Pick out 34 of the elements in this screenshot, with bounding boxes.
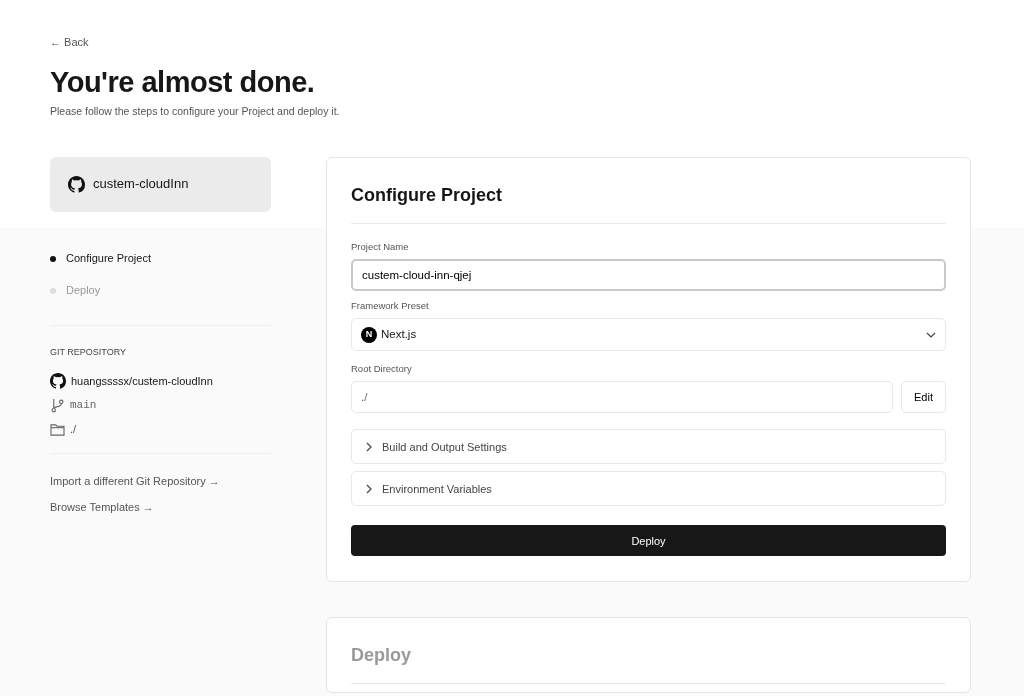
directory-path: ./: [70, 421, 77, 437]
collapsible-section[interactable]: Build and Output Settings: [351, 429, 946, 465]
page-subtitle: Please follow the steps to configure your Project and deploy it.: [50, 103, 341, 119]
step-label[interactable]: Configure Project: [66, 250, 151, 267]
back-link[interactable]: ← Back: [50, 36, 89, 48]
framework-name: Next.js: [381, 326, 417, 342]
branch-name: main: [70, 397, 97, 413]
github-icon: [50, 373, 66, 390]
section-label: Build and Output Settings: [382, 439, 507, 455]
page-heading: You're almost done.: [50, 65, 316, 100]
input-field[interactable]: ./: [351, 381, 893, 414]
field-label: Framework Preset: [351, 298, 430, 313]
field-label: Project Name: [351, 239, 410, 254]
card-title: Deploy: [351, 642, 946, 685]
card-title: Configure Project: [351, 181, 946, 224]
repository-link[interactable]: huangssssx/custem-cloudInn: [71, 372, 213, 390]
collapsible-section[interactable]: Environment Variables: [351, 471, 946, 507]
section-heading: GIT REPOSITORY: [50, 345, 128, 359]
chevron-right-icon: [366, 441, 372, 452]
repository-name: custem-cloudInn: [93, 175, 189, 194]
section-label: Environment Variables: [382, 481, 492, 497]
chevron-right-icon: [366, 483, 372, 494]
text-link[interactable]: Import a different Git Repository →: [50, 473, 220, 490]
text-link[interactable]: Browse Templates →: [50, 498, 154, 516]
framework-select[interactable]: N Next.js: [351, 318, 946, 352]
chevron-down-icon: [926, 331, 936, 338]
edit-button[interactable]: Edit: [901, 381, 946, 414]
field-label: Root Directory: [351, 362, 413, 377]
framework-logo-icon: N: [361, 326, 377, 343]
branch-icon: [50, 397, 65, 413]
deploy-button[interactable]: Deploy: [351, 525, 946, 557]
github-icon: [68, 175, 85, 193]
input-field[interactable]: custem-cloud-inn-qjej: [351, 258, 946, 291]
folder-icon: [50, 422, 65, 436]
